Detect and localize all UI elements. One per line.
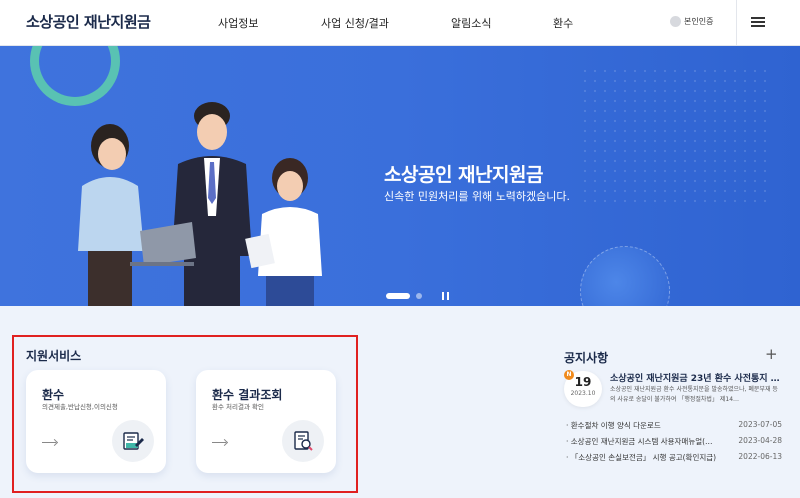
hamburger-icon[interactable] (751, 17, 765, 27)
notice-item-title: · 환수절차 이행 양식 다운로드 (566, 421, 661, 430)
banner-title: 소상공인 재난지원금 (384, 164, 543, 186)
carousel-indicator[interactable] (416, 293, 422, 299)
document-search-icon (282, 420, 324, 462)
document-edit-icon (112, 420, 154, 462)
notice-title: 공지사항 (564, 351, 609, 365)
list-item[interactable]: · 「소상공인 손실보전금」 시행 공고(확인지급) 2022-06-13 (566, 452, 782, 468)
decorative-globe (580, 246, 670, 306)
plus-icon[interactable]: + (765, 345, 778, 363)
support-services-title: 지원서비스 (26, 349, 82, 363)
decorative-dots (580, 66, 770, 206)
nav-business-info[interactable]: 사업정보 (218, 15, 258, 31)
card-description: 의견제출,반납신청,이의신청 (42, 403, 118, 411)
notice-list: · 환수절차 이행 양식 다운로드 2023-07-05 · 소상공인 재난지원… (566, 420, 782, 468)
nav-recovery[interactable]: 환수 (553, 15, 573, 31)
list-item[interactable]: · 환수절차 이행 양식 다운로드 2023-07-05 (566, 420, 782, 436)
card-recovery-result[interactable]: 환수 결과조회 환수 처리결과 확인 (196, 370, 336, 473)
identity-verification-button[interactable]: 본인인증 (670, 16, 713, 27)
notice-item-date: 2023-07-05 (738, 420, 782, 429)
card-recovery[interactable]: 환수 의견제출,반납신청,이의신청 (26, 370, 166, 473)
featured-notice-title[interactable]: 소상공인 재난지원금 23년 환수 사전통지 … (610, 371, 780, 384)
site-header: 소상공인 재난지원금 사업정보 사업 신청/결과 알림소식 환수 본인인증 (0, 0, 800, 46)
notice-item-title: · 소상공인 재난지원금 시스템 사용자매뉴얼(… (566, 437, 713, 446)
notice-item-date: 2023-04-28 (738, 436, 782, 445)
new-badge: N (564, 370, 574, 380)
notice-item-date: 2022-06-13 (738, 452, 782, 461)
carousel-pager (386, 292, 449, 300)
user-icon (670, 16, 681, 27)
hero-banner: 소상공인 재난지원금 신속한 민원처리를 위해 노력하겠습니다. (0, 46, 800, 306)
featured-notice-body[interactable]: 소상공인 재난지원금 환수 사전통지문을 발송하였으나, 폐문부재 등의 사유로… (610, 385, 782, 405)
card-description: 환수 처리결과 확인 (212, 403, 264, 411)
carousel-indicator-active[interactable] (386, 293, 410, 299)
nav-apply-result[interactable]: 사업 신청/결과 (321, 15, 389, 31)
notice-item-title: · 「소상공인 손실보전금」 시행 공고(확인지급) (566, 453, 717, 462)
pause-icon[interactable] (442, 292, 449, 300)
arrow-right-icon (212, 442, 226, 443)
arrow-right-icon (42, 442, 56, 443)
identity-verification-label: 본인인증 (684, 17, 714, 26)
divider (736, 0, 737, 46)
date-year-month: 2023.10 (570, 390, 596, 397)
banner-subtitle: 신속한 민원처리를 위해 노력하겠습니다. (384, 190, 571, 203)
nav-news[interactable]: 알림소식 (451, 15, 491, 31)
business-people-illustration (78, 102, 322, 306)
list-item[interactable]: · 소상공인 재난지원금 시스템 사용자매뉴얼(… 2023-04-28 (566, 436, 782, 452)
site-logo[interactable]: 소상공인 재난지원금 (26, 11, 151, 32)
